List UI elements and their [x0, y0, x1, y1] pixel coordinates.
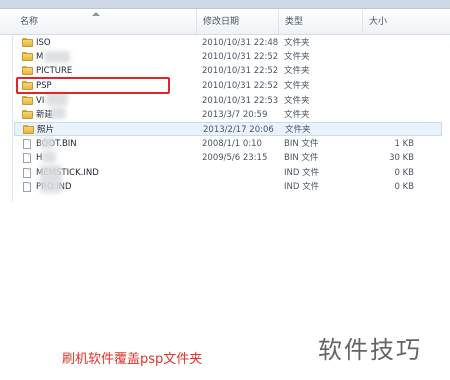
file-type: 文件夹	[284, 38, 310, 48]
list-left-border	[12, 34, 13, 202]
redaction-smudge	[44, 51, 70, 63]
file-name: ISO	[36, 38, 51, 48]
file-date: 2010/10/31 22:53	[202, 96, 279, 106]
file-type: 文件夹	[284, 52, 310, 62]
file-type: 文件夹	[285, 125, 311, 135]
redaction-smudge	[50, 107, 66, 119]
psp-highlight-box	[16, 77, 170, 94]
folder-icon	[22, 66, 33, 75]
file-icon	[22, 153, 33, 163]
file-size: 0 KB	[394, 182, 414, 192]
file-size: 0 KB	[394, 168, 414, 178]
file-row-new[interactable]: 新建 2013/3/7 20:59 文件夹	[14, 108, 442, 122]
file-type: BIN 文件	[284, 153, 319, 163]
file-name: M	[36, 52, 44, 62]
file-icon	[22, 182, 33, 192]
file-date: 2013/2/17 20:06	[203, 125, 274, 135]
file-row-iso[interactable]: ISO 2010/10/31 22:48 文件夹	[14, 36, 442, 50]
file-type: BIN 文件	[284, 139, 319, 149]
column-date[interactable]: 修改日期	[196, 10, 278, 34]
file-row-vi[interactable]: VI 2010/10/31 22:53 文件夹	[14, 94, 442, 108]
redaction-smudge	[40, 165, 62, 193]
file-row-m[interactable]: M 2010/10/31 22:52 文件夹	[14, 50, 442, 64]
file-row-boot-bin[interactable]: BOOT.BIN 2008/1/1 0:10 BIN 文件 1 KB	[14, 137, 442, 151]
redaction-smudge	[46, 92, 68, 106]
redaction-smudge	[40, 137, 54, 149]
file-type: 文件夹	[284, 81, 310, 91]
file-name: 照片	[37, 125, 55, 135]
file-type: 文件夹	[284, 110, 310, 120]
caption-text: 刷机软件覆盖psp文件夹	[62, 352, 203, 367]
folder-icon	[22, 96, 33, 105]
file-row-picture[interactable]: PICTURE 2010/10/31 22:52 文件夹	[14, 64, 442, 78]
column-type[interactable]: 类型	[278, 10, 362, 34]
file-icon	[22, 139, 33, 149]
column-header: 名称 修改日期 类型 大小	[0, 10, 450, 35]
file-name: PICTURE	[36, 66, 73, 76]
file-row-photos[interactable]: 照片 2013/2/17 20:06 文件夹	[14, 122, 442, 136]
redaction-smudge	[42, 151, 56, 163]
file-icon	[22, 168, 33, 178]
column-name[interactable]: 名称	[14, 10, 196, 34]
folder-icon	[22, 52, 33, 61]
file-type: IND 文件	[284, 182, 320, 192]
window-top-strip	[0, 0, 450, 9]
file-date: 2010/10/31 22:52	[202, 66, 279, 76]
file-size: 1 KB	[394, 139, 414, 149]
file-date: 2008/1/1 0:10	[202, 139, 262, 149]
file-type: IND 文件	[284, 168, 320, 178]
folder-icon	[23, 125, 34, 134]
file-date: 2010/10/31 22:52	[202, 81, 279, 91]
file-date: 2010/10/31 22:48	[202, 38, 279, 48]
file-type: 文件夹	[284, 66, 310, 76]
column-size[interactable]: 大小	[362, 10, 414, 34]
file-type: 文件夹	[284, 96, 310, 106]
watermark-text: 软件技巧	[318, 336, 422, 364]
file-size: 30 KB	[389, 153, 414, 163]
folder-icon	[22, 38, 33, 47]
file-date: 2010/10/31 22:52	[202, 52, 279, 62]
file-name: VI	[36, 96, 45, 106]
file-row-pro-ind[interactable]: PRO.IND IND 文件 0 KB	[14, 180, 442, 194]
file-date: 2013/3/7 20:59	[202, 110, 268, 120]
file-row-memstick-ind[interactable]: MEMSTICK.IND IND 文件 0 KB	[14, 166, 442, 180]
folder-icon	[22, 110, 33, 119]
file-row-h-bin[interactable]: H 2009/5/6 23:15 BIN 文件 30 KB	[14, 151, 442, 165]
file-date: 2009/5/6 23:15	[202, 153, 268, 163]
